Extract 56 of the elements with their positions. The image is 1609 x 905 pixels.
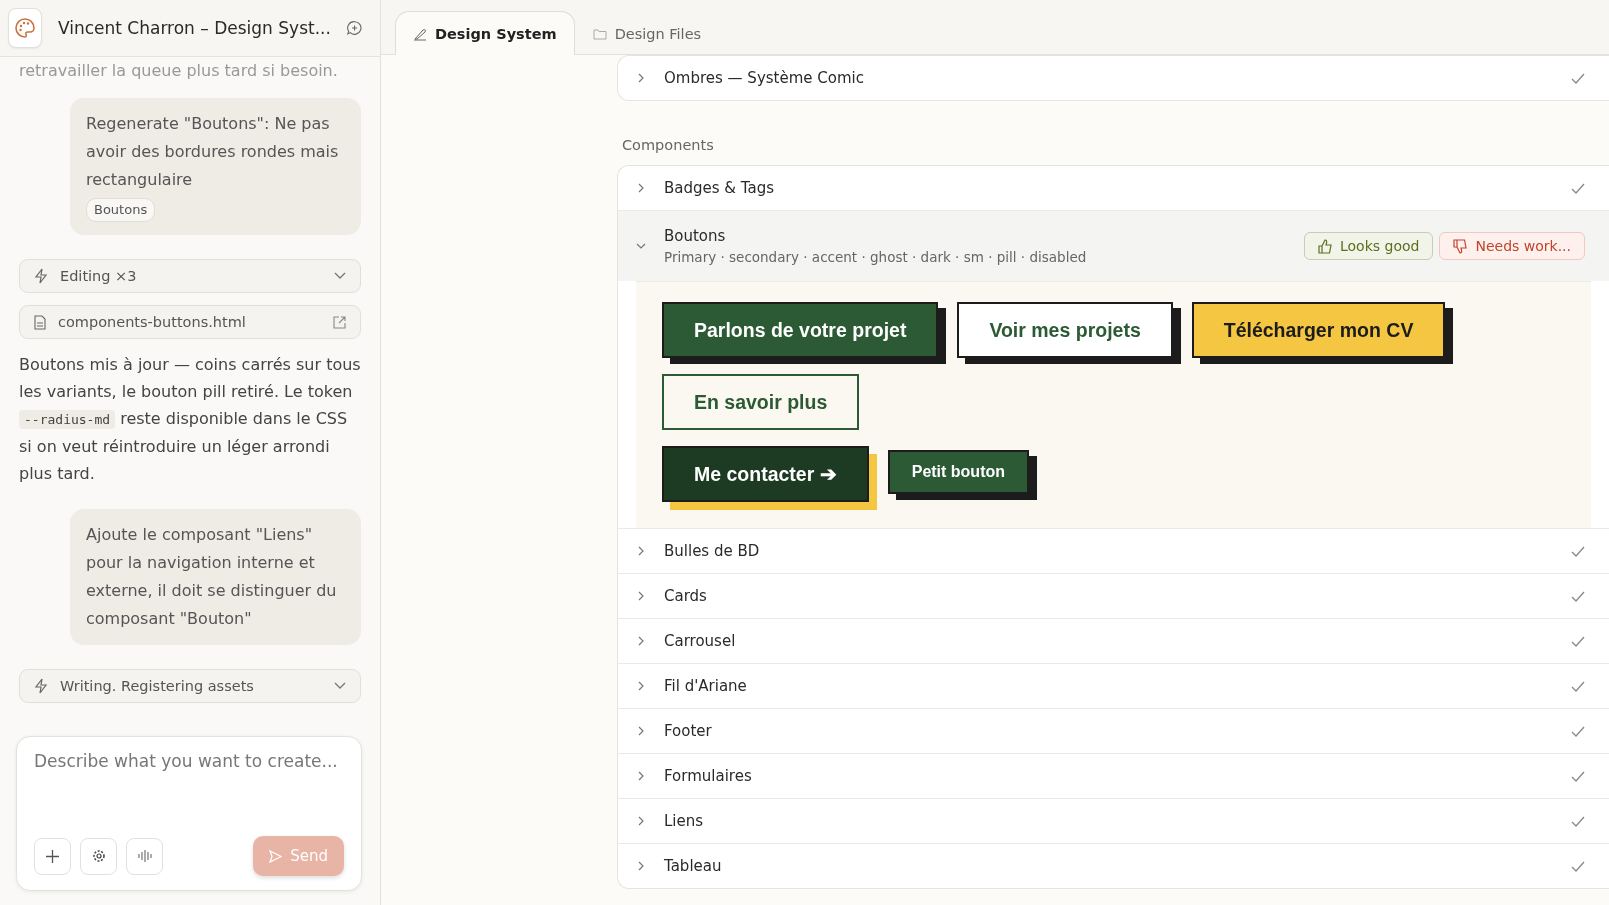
checkmark-icon (1571, 815, 1585, 827)
checkmark-icon (1571, 635, 1585, 647)
accordion-row[interactable]: Fil d'Ariane (618, 663, 1609, 708)
accordion-row[interactable]: Cards (618, 573, 1609, 618)
bolt-icon (34, 678, 48, 694)
settings-icon (91, 849, 106, 863)
external-link-icon (333, 315, 346, 329)
activity-row[interactable]: Editing ×3 (19, 259, 361, 293)
section-label: Components (622, 137, 715, 153)
checkmark-icon (1571, 545, 1585, 557)
new-chat-icon[interactable] (346, 19, 362, 37)
checkmark-icon (1571, 725, 1585, 737)
checkmark-icon (1571, 590, 1585, 602)
assistant-message: Boutons mis à jour — coins carrés sur tous les variants, le bouton pill retiré. Le token --radius-md reste disponible dans le CSS si on veut réintroduire un léger arrondi plus tard. (19, 354, 362, 485)
accordion-row[interactable]: Footer (618, 708, 1609, 753)
accordion-row[interactable]: Formulaires (618, 753, 1609, 798)
folder-icon (592, 27, 607, 40)
checkmark-icon (1571, 770, 1585, 782)
needs-work-button[interactable]: Needs work... (1439, 232, 1585, 260)
accordion-row[interactable]: Badges & Tags (618, 166, 1609, 210)
settings-button[interactable] (80, 837, 117, 875)
waveform-icon (136, 849, 153, 863)
accordion-row[interactable]: Bulles de BD (618, 528, 1609, 573)
checkmark-icon (1571, 680, 1585, 692)
message-text: retravailler la queue plus tard si besoin. (19, 61, 339, 80)
accordion-row[interactable]: Tableau (618, 843, 1609, 888)
item-title: Boutons (664, 227, 727, 245)
accordion-row[interactable]: Boutons Primary · secondary · accent · ghost · dark · sm · pill · disabled Looks good Needs work... (618, 210, 1609, 281)
thumbs-up-icon (1318, 238, 1333, 254)
file-icon (34, 314, 46, 330)
checkmark-icon (1571, 182, 1585, 194)
chevron-icon (334, 272, 346, 280)
send-icon (269, 849, 283, 863)
accordion-row[interactable]: Liens (618, 798, 1609, 843)
tab[interactable]: Design Files (574, 11, 720, 55)
checkmark-icon (1571, 860, 1585, 872)
item-subtitle: Primary · secondary · accent · ghost · dark · sm · pill · disabled (664, 249, 1088, 265)
thumbs-down-icon (1453, 238, 1469, 254)
voice-button[interactable] (126, 837, 163, 875)
accordion-row[interactable]: Ombres — Système Comic (618, 56, 1609, 100)
activity-row[interactable]: Writing. Registering assets (19, 669, 361, 703)
looks-good-button[interactable]: Looks good (1304, 232, 1434, 260)
file-row[interactable]: components-buttons.html (19, 305, 361, 339)
tab[interactable]: Design System (395, 11, 575, 55)
sample-button[interactable]: En savoir plus (662, 374, 860, 430)
prompt-field[interactable]: Describe what you want to create... (34, 751, 344, 771)
project-title: Vincent Charron – Design Syst... (57, 18, 331, 38)
accordion-row[interactable]: Carrousel (618, 618, 1609, 663)
palette-icon[interactable] (8, 8, 42, 48)
user-message: Regenerate "Boutons": Ne pas avoir des bordures rondes mais rectangulaire Boutons (70, 98, 361, 235)
tag: Boutons (86, 198, 156, 222)
bolt-icon (34, 268, 48, 284)
checkmark-icon (1571, 72, 1585, 84)
plus-icon (45, 848, 60, 864)
user-message: Ajoute le composant "Liens" pour la navigation interne et externe, il doit se distinguer du composant "Bouton" (70, 509, 361, 645)
chevron-icon (334, 682, 346, 690)
